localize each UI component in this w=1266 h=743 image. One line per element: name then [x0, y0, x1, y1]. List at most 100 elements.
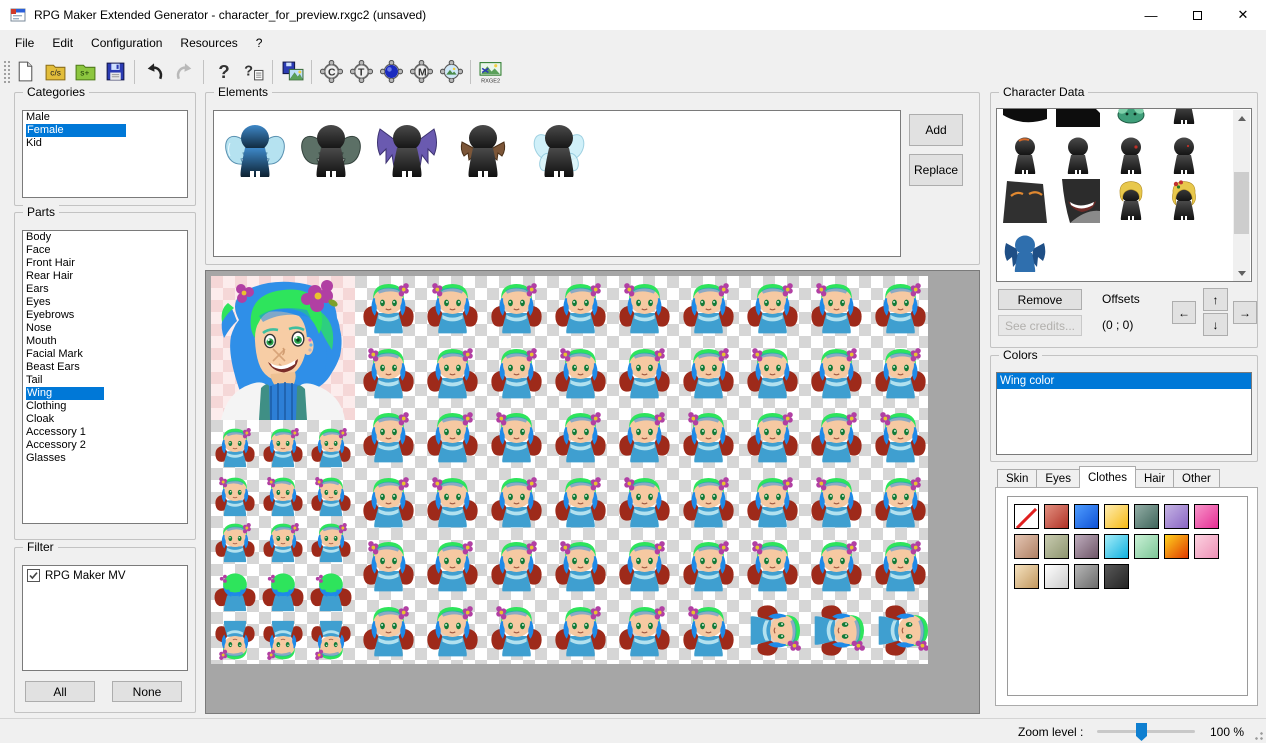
element-item-fairy-wings-cyan[interactable]: [527, 119, 591, 183]
color-swatch-cyan[interactable]: [1104, 534, 1129, 559]
maximize-button[interactable]: [1174, 0, 1220, 30]
part-item-front-hair[interactable]: Front Hair: [23, 257, 187, 270]
move-down-button[interactable]: ↓: [1203, 313, 1228, 336]
tab-hair[interactable]: Hair: [1135, 469, 1174, 488]
toolbar-generate-m-icon[interactable]: M: [407, 58, 435, 86]
toolbar-rxge2-icon[interactable]: RXGE2: [476, 58, 504, 86]
part-nose[interactable]: [1056, 133, 1100, 177]
menu-item-resources[interactable]: Resources: [171, 30, 246, 55]
all-button[interactable]: All: [25, 681, 95, 702]
parts-list[interactable]: BodyFaceFront HairRear HairEarsEyesEyebr…: [22, 230, 188, 524]
checkbox-checked-icon[interactable]: [27, 569, 40, 582]
part-item-ears[interactable]: Ears: [23, 283, 187, 296]
part-item-glasses[interactable]: Glasses: [23, 452, 187, 465]
part-item-facial-mark[interactable]: Facial Mark: [23, 348, 187, 361]
color-swatch-gray-green[interactable]: [1044, 534, 1069, 559]
move-right-button[interactable]: →: [1233, 301, 1257, 324]
toolbar-open-s-folder-icon[interactable]: s+: [71, 58, 99, 86]
part-wing-blue-selected[interactable]: [1003, 231, 1047, 275]
filter-item-rpg-maker-mv[interactable]: RPG Maker MV: [23, 566, 187, 582]
zoom-slider-thumb[interactable]: [1136, 723, 1147, 741]
move-up-button[interactable]: ↑: [1203, 288, 1228, 311]
element-item-bat-wings-purple[interactable]: [375, 119, 439, 183]
tab-eyes[interactable]: Eyes: [1036, 469, 1080, 488]
color-swatch-teal[interactable]: [1134, 504, 1159, 529]
part-item-accessory-2[interactable]: Accessory 2: [23, 439, 187, 452]
menu-item-file[interactable]: File: [6, 30, 43, 55]
part-item-rear-hair[interactable]: Rear Hair: [23, 270, 187, 283]
part-item-eyes[interactable]: Eyes: [23, 296, 187, 309]
minimize-button[interactable]: —: [1128, 0, 1174, 30]
part-facial-mark-dot[interactable]: [1109, 133, 1153, 177]
toolbar-help-topics-icon[interactable]: ?: [239, 58, 267, 86]
toolbar-generate-sphere-icon[interactable]: [377, 58, 405, 86]
color-swatch-beige[interactable]: [1014, 564, 1039, 589]
color-swatch-yellow[interactable]: [1104, 504, 1129, 529]
part-mouth-grin[interactable]: [1056, 179, 1100, 223]
replace-button[interactable]: Replace: [909, 154, 963, 186]
preview-panel[interactable]: [205, 270, 980, 714]
color-swatch-red[interactable]: [1044, 504, 1069, 529]
see-credits-button[interactable]: See credits...: [998, 315, 1082, 336]
element-item-angel-wings-blue[interactable]: [223, 119, 287, 183]
part-front-hair-blond[interactable]: [1109, 179, 1153, 223]
toolbar-undo-icon[interactable]: [140, 58, 168, 86]
color-swatch-pink[interactable]: [1194, 534, 1219, 559]
toolbar-save-icon[interactable]: [101, 58, 129, 86]
move-left-button[interactable]: ←: [1172, 301, 1196, 324]
part-item-cloak[interactable]: Cloak: [23, 413, 187, 426]
part-facial-mark-small[interactable]: [1162, 133, 1206, 177]
color-swatch-magenta[interactable]: [1194, 504, 1219, 529]
part-item-beast-ears[interactable]: Beast Ears: [23, 361, 187, 374]
color-item-wing-color[interactable]: Wing color: [997, 373, 1251, 389]
tab-skin[interactable]: Skin: [997, 469, 1037, 488]
toolbar-open-cs-folder-icon[interactable]: c/s: [41, 58, 69, 86]
part-item-clothing[interactable]: Clothing: [23, 400, 187, 413]
toolbar-generate-c-icon[interactable]: C: [317, 58, 345, 86]
toolbar-generate-t-icon[interactable]: T: [347, 58, 375, 86]
menu-item-configuration[interactable]: Configuration: [82, 30, 171, 55]
none-button[interactable]: None: [112, 681, 182, 702]
part-item-accessory-1[interactable]: Accessory 1: [23, 426, 187, 439]
color-swatch-blue[interactable]: [1074, 504, 1099, 529]
toolbar-generate-preview-icon[interactable]: [437, 58, 465, 86]
element-item-feather-wings-gray[interactable]: [299, 119, 363, 183]
color-swatch-gray[interactable]: [1074, 564, 1099, 589]
add-button[interactable]: Add: [909, 114, 963, 146]
color-swatch-dark-gray[interactable]: [1104, 564, 1129, 589]
character-parts-list[interactable]: [996, 108, 1252, 282]
color-swatch-mauve[interactable]: [1074, 534, 1099, 559]
categories-list[interactable]: MaleFemaleKid: [22, 110, 188, 198]
menu-item-edit[interactable]: Edit: [43, 30, 82, 55]
menu-item-q[interactable]: ?: [247, 30, 272, 55]
scrollbar-thumb[interactable]: [1234, 172, 1249, 234]
part-rear-hair-blond-flowers[interactable]: [1162, 179, 1206, 223]
part-beast-ears-green[interactable]: [1109, 108, 1153, 127]
color-swatch-tan[interactable]: [1014, 534, 1039, 559]
part-item-mouth[interactable]: Mouth: [23, 335, 187, 348]
part-clipped-black-2[interactable]: [1056, 108, 1100, 127]
elements-list[interactable]: [213, 110, 901, 257]
toolbar-export-image-icon[interactable]: [278, 58, 306, 86]
scrollbar-down-button[interactable]: [1233, 265, 1250, 282]
color-swatch-white[interactable]: [1044, 564, 1069, 589]
part-clipped-dark[interactable]: [1162, 108, 1206, 127]
part-item-wing[interactable]: Wing: [23, 387, 187, 400]
part-eyebrows[interactable]: [1003, 179, 1047, 223]
tab-other[interactable]: Other: [1173, 469, 1220, 488]
part-item-eyebrows[interactable]: Eyebrows: [23, 309, 187, 322]
resize-grip[interactable]: [1251, 728, 1264, 741]
color-swatch-none[interactable]: [1014, 504, 1039, 529]
filter-list[interactable]: RPG Maker MV: [22, 565, 188, 671]
remove-button[interactable]: Remove: [998, 289, 1082, 310]
color-swatch-purple[interactable]: [1164, 504, 1189, 529]
category-item-female[interactable]: Female: [23, 124, 187, 137]
part-facial-mark-scar[interactable]: [1003, 133, 1047, 177]
part-item-nose[interactable]: Nose: [23, 322, 187, 335]
tab-clothes[interactable]: Clothes: [1079, 466, 1136, 488]
part-item-face[interactable]: Face: [23, 244, 187, 257]
toolbar-redo-icon[interactable]: [170, 58, 198, 86]
close-button[interactable]: ✕: [1220, 0, 1266, 30]
category-item-male[interactable]: Male: [23, 111, 187, 124]
element-item-bat-wings-small-brown[interactable]: [451, 119, 515, 183]
